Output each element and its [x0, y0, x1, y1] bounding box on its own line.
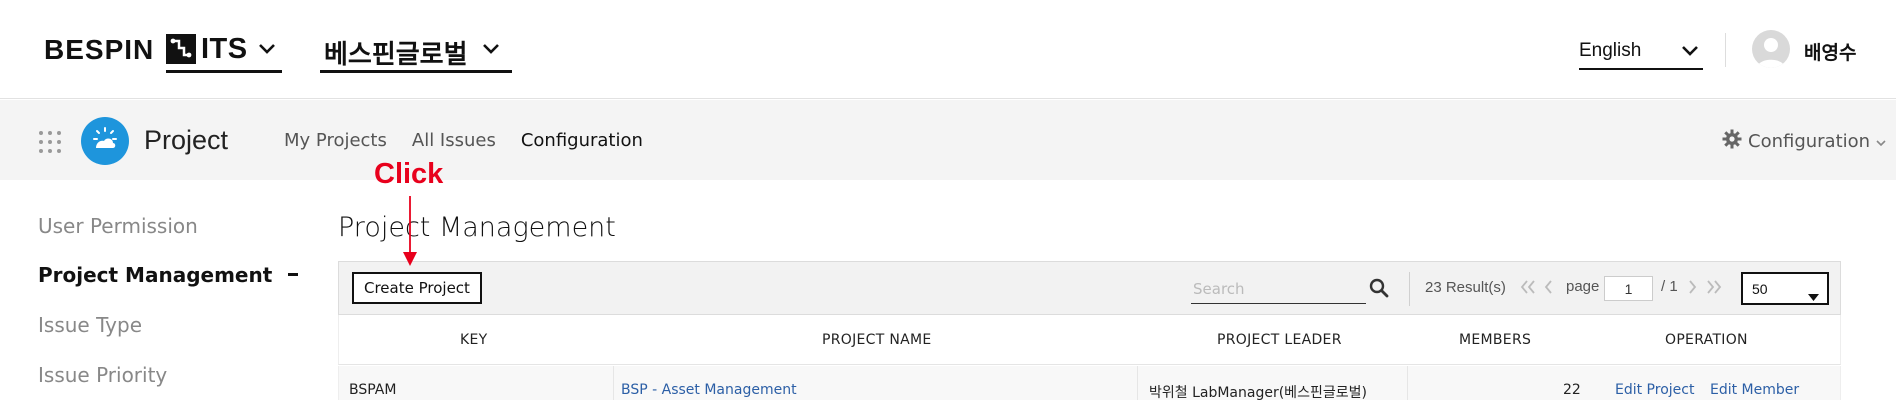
column-header-members[interactable]: MEMBERS: [1459, 332, 1531, 348]
page-title: Project Management: [338, 212, 616, 243]
product-name: ITS: [201, 33, 248, 65]
language-value: English: [1579, 40, 1642, 61]
organization-selector[interactable]: 베스핀글로벌: [320, 32, 512, 73]
search-input[interactable]: [1191, 276, 1366, 302]
create-project-button[interactable]: Create Project: [352, 272, 482, 304]
column-header-operation: OPERATION: [1665, 332, 1748, 348]
column-header-key[interactable]: KEY: [460, 332, 487, 348]
search-field: [1191, 276, 1366, 304]
header-divider: [1725, 33, 1726, 67]
language-select[interactable]: English: [1579, 36, 1703, 70]
table-row[interactable]: BSPAM BSP - Asset Management 박위철 LabMana…: [338, 366, 1841, 401]
last-page-icon[interactable]: [1705, 278, 1723, 300]
column-header-project-leader[interactable]: PROJECT LEADER: [1217, 332, 1342, 348]
caret-down-icon: [1808, 286, 1819, 305]
organization-name: 베스핀글로벌: [324, 40, 468, 70]
edit-project-link[interactable]: Edit Project: [1615, 382, 1694, 398]
configuration-menu-label: Configuration: [1748, 131, 1871, 152]
tab-all-issues[interactable]: All Issues: [412, 130, 496, 151]
prev-page-icon[interactable]: [1542, 278, 1554, 300]
click-annotation-label: Click: [374, 158, 444, 190]
project-app-logo-icon: [81, 117, 129, 165]
cell-key: BSPAM: [349, 382, 397, 398]
sidebar-item-user-permission[interactable]: User Permission: [38, 214, 198, 238]
configuration-menu[interactable]: Configuration: [1722, 129, 1886, 154]
cell-members: 22: [1563, 382, 1581, 398]
toolbar-divider: [1409, 272, 1410, 306]
active-item-marker: [288, 273, 298, 276]
tab-configuration[interactable]: Configuration: [521, 130, 643, 151]
sidebar-item-issue-type[interactable]: Issue Type: [38, 313, 142, 337]
page-label: page: [1566, 278, 1600, 295]
gear-icon: [1722, 129, 1742, 154]
sidebar-item-issue-priority[interactable]: Issue Priority: [38, 363, 167, 387]
column-divider: [613, 366, 614, 400]
caret-down-icon: [1876, 131, 1886, 152]
page-number-input[interactable]: [1604, 276, 1653, 301]
column-header-project-name[interactable]: PROJECT NAME: [822, 332, 932, 348]
chevron-down-icon: [1681, 42, 1699, 61]
app-grid-icon[interactable]: [38, 130, 62, 158]
tab-my-projects[interactable]: My Projects: [284, 130, 387, 151]
first-page-icon[interactable]: [1519, 278, 1537, 300]
app-title: Project: [144, 125, 229, 155]
rows-per-page-select[interactable]: 50: [1741, 272, 1829, 305]
column-divider: [1407, 366, 1408, 400]
sidebar-item-project-management[interactable]: Project Management: [38, 263, 272, 287]
search-icon[interactable]: [1369, 278, 1389, 302]
rows-per-page-value: 50: [1752, 281, 1768, 297]
brand-logo[interactable]: BESPIN: [44, 34, 154, 66]
top-header: BESPIN ITS 베스핀글로벌 English 배영수: [0, 0, 1896, 99]
product-selector[interactable]: ITS: [166, 32, 282, 73]
result-count: 23 Result(s): [1425, 279, 1506, 296]
subnav-tabs: My Projects All Issues Configuration: [284, 130, 643, 151]
annotation-arrow-icon: [403, 196, 417, 266]
project-name-link[interactable]: BSP - Asset Management: [621, 382, 797, 398]
its-logo-icon: [166, 34, 196, 64]
page-total: / 1: [1661, 278, 1678, 295]
chevron-down-icon: [258, 40, 276, 59]
chevron-down-icon: [482, 40, 500, 59]
project-toolbar: Create Project 23 Result(s) page / 1 50: [338, 261, 1841, 315]
column-divider: [1137, 366, 1138, 400]
edit-member-link[interactable]: Edit Member: [1710, 382, 1799, 398]
table-header: KEY PROJECT NAME PROJECT LEADER MEMBERS …: [338, 315, 1841, 365]
user-name[interactable]: 배영수: [1804, 38, 1856, 65]
next-page-icon[interactable]: [1687, 278, 1699, 300]
avatar[interactable]: [1752, 30, 1790, 68]
cell-project-leader: 박위철 LabManager(베스핀글로벌): [1149, 385, 1367, 401]
